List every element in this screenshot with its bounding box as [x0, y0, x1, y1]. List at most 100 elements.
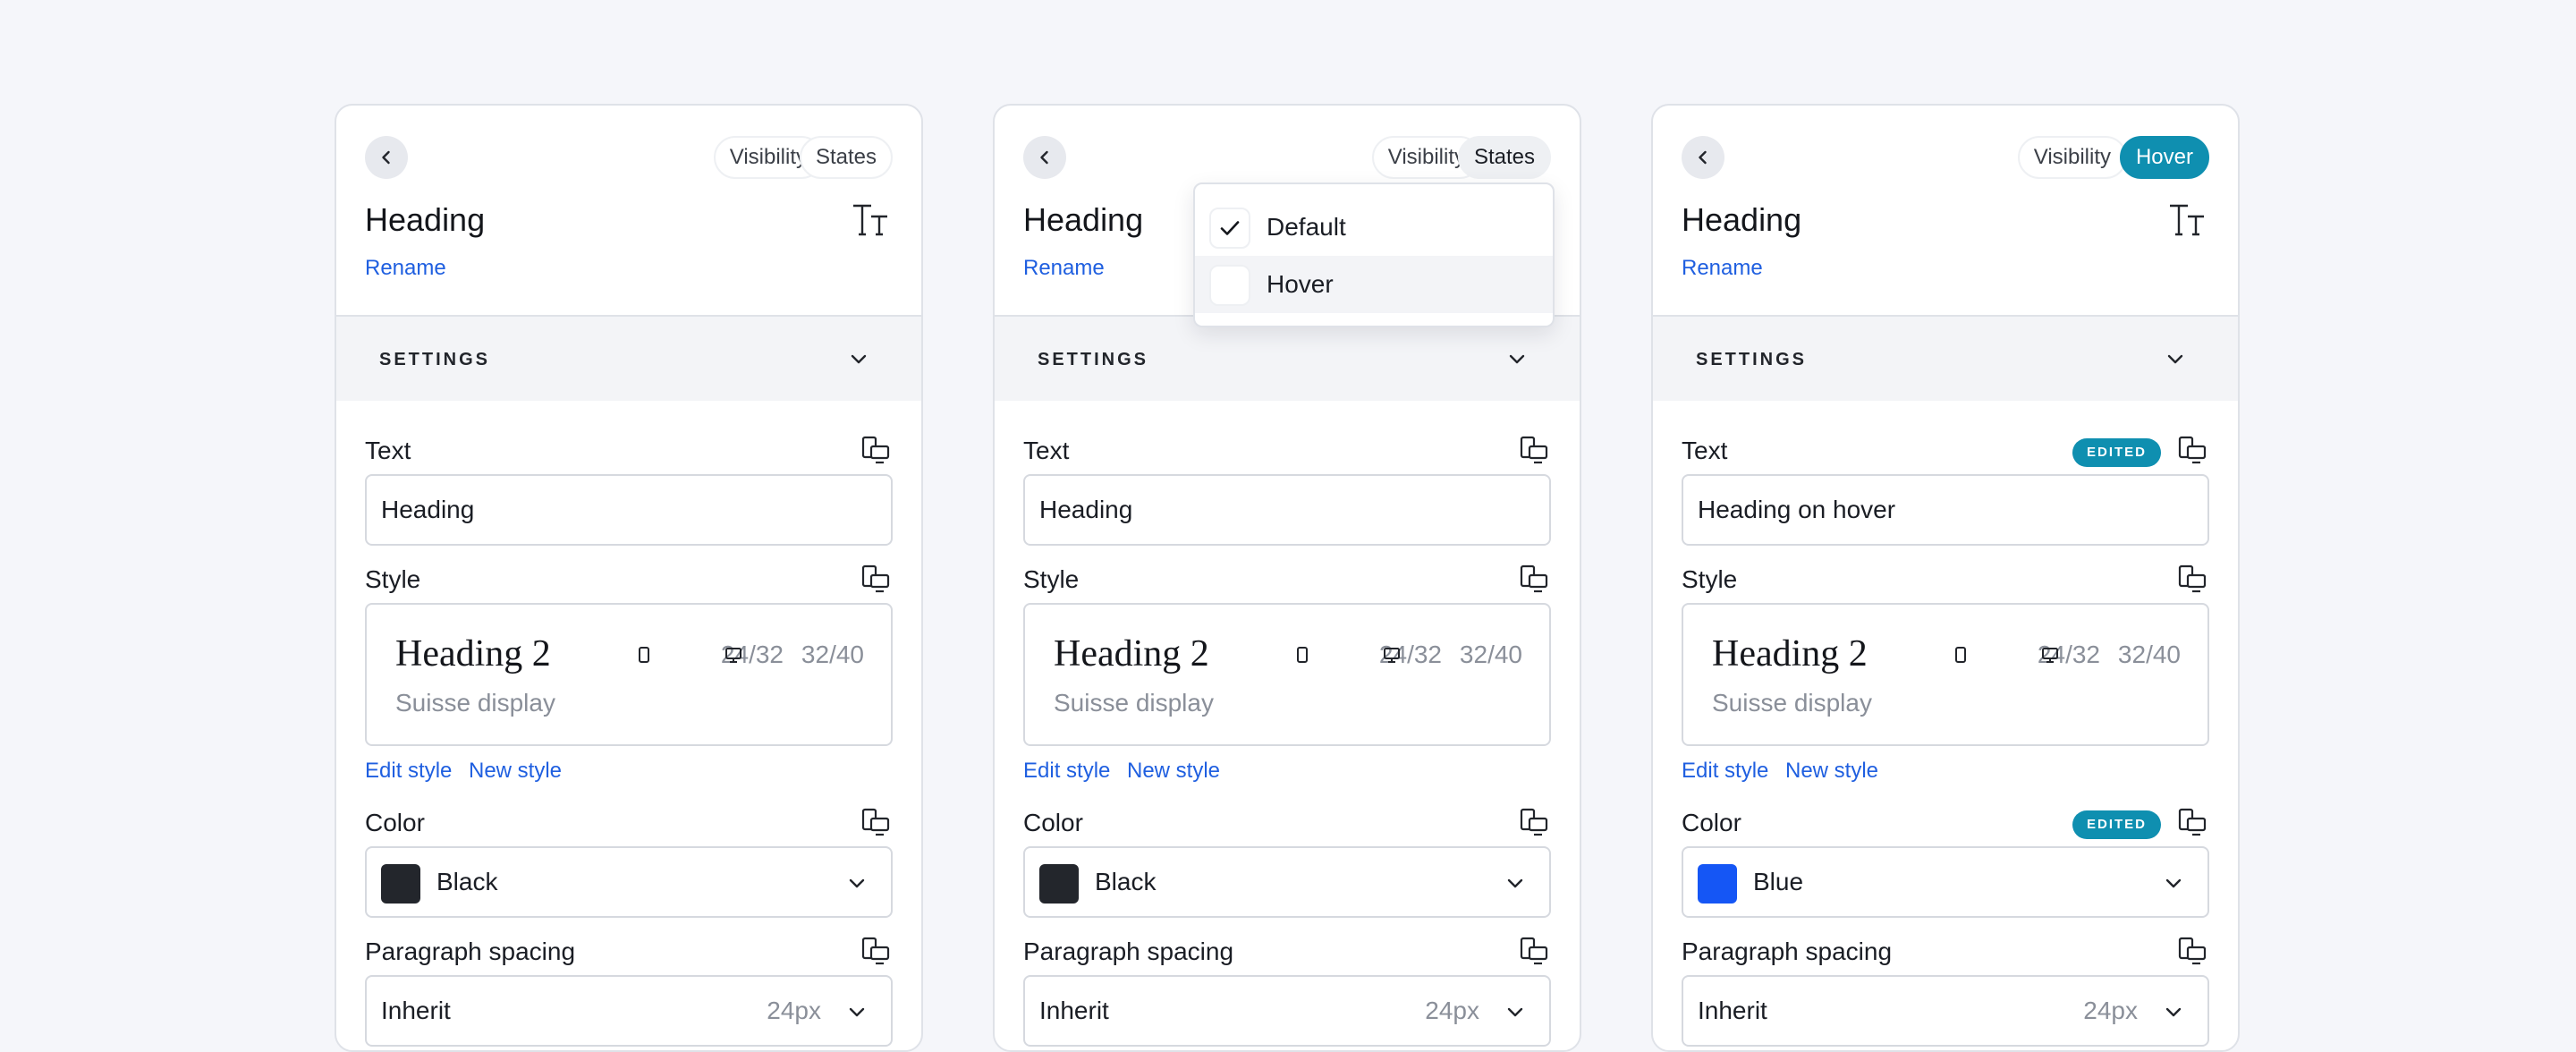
new-style-link[interactable]: New style [1785, 757, 1878, 785]
style-name: Heading 2 [1712, 633, 1868, 674]
settings-label: SETTINGS [1038, 350, 1149, 369]
state-option-label: Hover [1267, 270, 1334, 298]
text-input-value: Heading [381, 496, 475, 523]
chevron-down-icon [1507, 878, 1523, 888]
states-tab[interactable]: States [1457, 136, 1551, 179]
paragraph-spacing-select[interactable]: Inherit 24px [365, 975, 893, 1047]
new-style-link[interactable]: New style [469, 757, 562, 785]
rename-link[interactable]: Rename [365, 254, 446, 283]
paragraph-spacing-px: 24px [2083, 997, 2138, 1024]
color-swatch [1698, 864, 1737, 904]
chevron-down-icon [851, 354, 867, 364]
settings-label: SETTINGS [379, 350, 491, 369]
edit-style-link[interactable]: Edit style [365, 757, 452, 785]
responsive-icon[interactable] [860, 807, 891, 837]
back-button[interactable] [1023, 136, 1066, 179]
style-font-name: Suisse display [395, 689, 555, 717]
style-name: Heading 2 [395, 633, 551, 674]
edit-style-link[interactable]: Edit style [1682, 757, 1768, 785]
hover-state-tab[interactable]: Hover [2119, 136, 2209, 179]
chevron-left-icon [382, 150, 390, 165]
style-panel-default: Visibility States Heading Rename SETTING… [335, 104, 923, 1052]
states-tab[interactable]: States [799, 136, 893, 179]
mobile-icon [1955, 647, 1966, 663]
text-field-label: Text [1023, 437, 1070, 464]
text-input[interactable]: Heading on hover [1682, 474, 2209, 546]
chevron-down-icon [1507, 1007, 1523, 1017]
check-icon [1220, 221, 1240, 235]
desktop-icon [725, 648, 741, 663]
text-input[interactable]: Heading [1023, 474, 1551, 546]
paragraph-spacing-value: Inherit [1039, 997, 1109, 1024]
style-preview-card[interactable]: Heading 2 24/32 32/40 Suisse display [1682, 603, 2209, 746]
chevron-down-icon [2165, 1007, 2182, 1017]
paragraph-spacing-label: Paragraph spacing [1682, 937, 1893, 965]
paragraph-spacing-select[interactable]: Inherit 24px [1023, 975, 1551, 1047]
style-field-label: Style [1682, 565, 1738, 593]
text-type-icon [853, 204, 887, 236]
chevron-down-icon [2167, 354, 2183, 364]
settings-section-header[interactable]: SETTINGS [1653, 315, 2238, 401]
responsive-icon[interactable] [860, 936, 891, 966]
color-select[interactable]: Black [1023, 846, 1551, 918]
edited-badge: EDITED [2072, 438, 2161, 467]
text-input-value: Heading on hover [1698, 496, 1896, 523]
back-button[interactable] [365, 136, 408, 179]
responsive-icon[interactable] [860, 435, 891, 465]
block-title: Heading [1023, 201, 1144, 238]
block-title: Heading [365, 201, 486, 238]
states-dropdown-menu: Default Hover [1193, 182, 1555, 327]
paragraph-spacing-value: Inherit [381, 997, 451, 1024]
color-select[interactable]: Black [365, 846, 893, 918]
responsive-icon[interactable] [2177, 435, 2207, 465]
style-font-name: Suisse display [1712, 689, 1872, 717]
responsive-icon[interactable] [1519, 807, 1549, 837]
responsive-icon[interactable] [860, 564, 891, 594]
color-select[interactable]: Blue [1682, 846, 2209, 918]
style-field-label: Style [1023, 565, 1080, 593]
new-style-link[interactable]: New style [1127, 757, 1220, 785]
color-field-label: Color [1023, 809, 1083, 836]
responsive-icon[interactable] [2177, 564, 2207, 594]
settings-section-header[interactable]: SETTINGS [336, 315, 921, 401]
color-swatch [381, 864, 420, 904]
responsive-icon[interactable] [1519, 936, 1549, 966]
visibility-tab[interactable]: Visibility [2017, 136, 2127, 179]
style-panel-hover-state: Visibility Hover Heading Rename SETTINGS… [1651, 104, 2240, 1052]
state-option-default[interactable]: Default [1195, 199, 1553, 256]
text-input[interactable]: Heading [365, 474, 893, 546]
desktop-icon [2042, 648, 2058, 663]
color-value: Blue [1753, 868, 1804, 895]
color-value: Black [1095, 868, 1157, 895]
style-name: Heading 2 [1054, 633, 1209, 674]
back-button[interactable] [1682, 136, 1724, 179]
color-value: Black [436, 868, 498, 895]
state-option-hover[interactable]: Hover [1195, 256, 1553, 313]
paragraph-spacing-value: Inherit [1698, 997, 1767, 1024]
style-preview-card[interactable]: Heading 2 24/32 32/40 Suisse display [365, 603, 893, 746]
responsive-icon[interactable] [2177, 936, 2207, 966]
rename-link[interactable]: Rename [1023, 254, 1105, 283]
responsive-icon[interactable] [1519, 564, 1549, 594]
style-preview-card[interactable]: Heading 2 24/32 32/40 Suisse display [1023, 603, 1551, 746]
responsive-icon[interactable] [2177, 807, 2207, 837]
chevron-down-icon [849, 878, 865, 888]
settings-label: SETTINGS [1696, 350, 1808, 369]
color-field-label: Color [365, 809, 425, 836]
paragraph-spacing-px: 24px [767, 997, 821, 1024]
state-option-label: Default [1267, 213, 1346, 241]
block-title: Heading [1682, 201, 1802, 238]
rename-link[interactable]: Rename [1682, 254, 1763, 283]
chevron-down-icon [1509, 354, 1525, 364]
state-checkbox [1209, 265, 1250, 306]
desktop-metric: 32/40 [801, 641, 864, 668]
edit-style-link[interactable]: Edit style [1023, 757, 1110, 785]
style-font-name: Suisse display [1054, 689, 1214, 717]
paragraph-spacing-select[interactable]: Inherit 24px [1682, 975, 2209, 1047]
desktop-metric: 32/40 [2117, 641, 2181, 668]
paragraph-spacing-label: Paragraph spacing [365, 937, 576, 965]
responsive-icon[interactable] [1519, 435, 1549, 465]
chevron-down-icon [2165, 878, 2182, 888]
settings-section-header[interactable]: SETTINGS [995, 315, 1580, 401]
edited-badge: EDITED [2072, 810, 2161, 839]
